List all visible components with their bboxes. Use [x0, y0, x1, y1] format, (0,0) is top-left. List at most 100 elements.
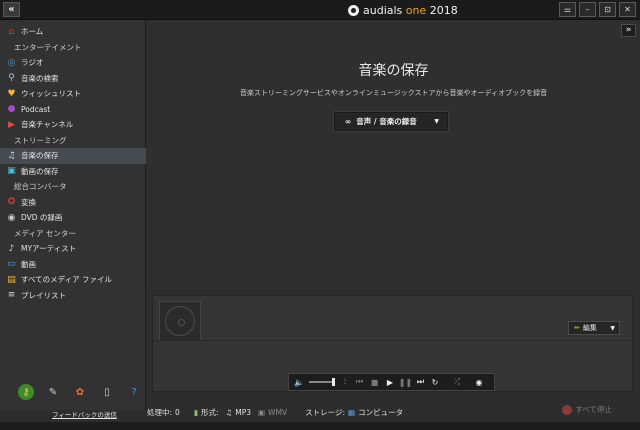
sidebar-item-label: Podcast	[21, 104, 51, 114]
collapse-sidebar-button[interactable]: «	[3, 2, 20, 17]
disc-icon	[165, 306, 195, 336]
sidebar-item-label: ホーム	[21, 27, 44, 37]
sidebar-item-label: 音楽の保存	[21, 151, 59, 161]
sidebar-item-11[interactable]: ✪ 変換	[0, 195, 146, 211]
artist-icon: ♪	[8, 243, 15, 254]
main-panel: » 音楽の保存 音楽ストリーミングサービスやオンラインミュージックストアから音楽…	[147, 20, 640, 290]
music-note-icon: ♫	[225, 408, 233, 417]
sidebar-item-4[interactable]: ♥ ウィッシュリスト	[0, 86, 146, 102]
processing-status: 処理中: 0	[147, 407, 180, 418]
sidebar-item-label: 動画	[21, 259, 36, 269]
bottom-edge	[0, 422, 640, 430]
chevron-down-icon: ▼	[610, 324, 615, 332]
sidebar-item-label: DVD の録画	[21, 213, 63, 223]
sidebar-item-label: すべてのメディア ファイル	[21, 275, 113, 285]
media-player-controls: 🔈 ⫶ ⏮ ■ ▶ ❚❚ ⏭ ↻ ⤮ ◉	[288, 373, 495, 391]
sidebar-item-label: プレイリスト	[21, 290, 66, 300]
sidebar-item-label: ストリーミング	[14, 135, 67, 145]
sidebar-item-10[interactable]: 総合コンバータ	[0, 179, 146, 195]
format-label[interactable]: 形式:	[201, 407, 219, 418]
sidebar-item-1[interactable]: エンターテイメント	[0, 40, 146, 56]
compact-view-button[interactable]: ⚌	[559, 2, 576, 17]
shuffle-icon[interactable]: ⤮	[442, 374, 472, 390]
storage-label: ストレージ:	[305, 408, 345, 417]
phone-icon[interactable]: ▯	[99, 384, 115, 400]
previous-icon[interactable]: ⏮	[352, 374, 367, 390]
computer-icon: ▦	[348, 408, 356, 417]
chevron-down-icon[interactable]: ▼	[434, 118, 439, 125]
sidebar-item-label: 音楽の検索	[21, 73, 59, 83]
podcast-icon: ●	[7, 104, 16, 115]
sidebar-item-0[interactable]: ⌂ ホーム	[0, 24, 146, 40]
sidebar: ⌂ ホームエンターテイメント ◎ ラジオ ⚲ 音楽の検索 ♥ ウィッシュリスト ● Podcast…	[0, 20, 146, 410]
list-divider	[153, 340, 632, 341]
sidebar-tools: ⚷ ✎ ✿ ▯?	[0, 374, 146, 410]
wrench-icon[interactable]: ✎	[45, 384, 61, 400]
maximize-button[interactable]: ⊡	[599, 2, 616, 17]
stop-icon[interactable]: ■	[367, 374, 382, 390]
sidebar-item-5[interactable]: ● Podcast	[0, 102, 146, 118]
storage-value[interactable]: コンピュータ	[358, 407, 403, 418]
search-icon: ⚲	[8, 73, 15, 84]
all-media-icon: ▤	[7, 274, 16, 285]
help-icon[interactable]: ?	[126, 384, 142, 400]
format-mp3[interactable]: MP3	[235, 408, 251, 417]
sidebar-item-label: 変換	[21, 197, 36, 207]
volume-slider-thumb[interactable]	[332, 378, 335, 386]
album-art-placeholder	[159, 301, 201, 341]
window-controls: ⚌ – ⊡ ✕	[559, 2, 636, 17]
music-save-icon: ♫	[7, 150, 16, 161]
record-icon: ∞	[345, 117, 352, 126]
sidebar-item-15[interactable]: ▭ 動画	[0, 257, 146, 273]
visibility-icon[interactable]: ◉	[472, 374, 486, 390]
sidebar-item-7[interactable]: ストリーミング	[0, 133, 146, 149]
edit-button-label: 編集	[582, 324, 597, 332]
sidebar-item-8[interactable]: ♫ 音楽の保存	[0, 148, 146, 164]
sidebar-item-12[interactable]: ◉ DVD の録画	[0, 210, 146, 226]
dvd-icon: ◉	[7, 212, 16, 223]
sidebar-item-13[interactable]: メディア センター	[0, 226, 146, 242]
sidebar-item-3[interactable]: ⚲ 音楽の検索	[0, 71, 146, 87]
sidebar-item-2[interactable]: ◎ ラジオ	[0, 55, 146, 71]
minimize-button[interactable]: –	[579, 2, 596, 17]
radio-icon: ◎	[7, 57, 16, 68]
sidebar-item-label: 動画の保存	[21, 166, 59, 176]
brand-name: audials	[363, 3, 406, 17]
key-icon[interactable]: ⚷	[18, 384, 34, 400]
color-wheel-icon[interactable]: ✿	[72, 384, 88, 400]
processing-count: 0	[175, 408, 180, 417]
volume-slider[interactable]	[309, 378, 335, 386]
sidebar-item-14[interactable]: ♪ MYアーティスト	[0, 241, 146, 257]
sidebar-nav: ⌂ ホームエンターテイメント ◎ ラジオ ⚲ 音楽の検索 ♥ ウィッシュリスト ● Podcast…	[0, 24, 146, 303]
record-audio-button[interactable]: ∞ 音声 / 音楽の録音 ▼	[334, 112, 448, 131]
pause-icon[interactable]: ❚❚	[398, 374, 413, 390]
volume-icon[interactable]: 🔈	[292, 374, 306, 390]
convert-icon: ✪	[7, 197, 16, 208]
play-icon[interactable]: ▶	[382, 374, 398, 390]
storage-status: ストレージ: ▦ コンピュータ	[305, 407, 403, 418]
sidebar-item-label: メディア センター	[14, 228, 76, 238]
format-icon: ▮	[193, 408, 198, 417]
sidebar-item-16[interactable]: ▤ すべてのメディア ファイル	[0, 272, 146, 288]
sidebar-item-6[interactable]: ▶ 音楽チャンネル	[0, 117, 146, 133]
title-bar: « audials one 2018 ⚌ – ⊡ ✕	[0, 0, 640, 20]
sidebar-item-label: MYアーティスト	[21, 244, 77, 254]
edit-button[interactable]: ✏ 編集 ▼	[568, 321, 620, 335]
stop-all-button[interactable]: すべて停止	[562, 404, 612, 415]
close-button[interactable]: ✕	[619, 2, 636, 17]
repeat-icon[interactable]: ↻	[428, 374, 442, 390]
sidebar-item-17[interactable]: ≡ プレイリスト	[0, 288, 146, 304]
sidebar-item-9[interactable]: ▣ 動画の保存	[0, 164, 146, 180]
expand-panel-button[interactable]: »	[621, 24, 636, 37]
format-wmv[interactable]: WMV	[268, 408, 287, 417]
video-save-icon: ▣	[7, 166, 16, 177]
equalizer-icon[interactable]: ⫶	[338, 374, 352, 390]
film-icon: ▣	[257, 408, 266, 417]
next-icon[interactable]: ⏭	[413, 374, 428, 390]
sidebar-item-label: ウィッシュリスト	[21, 89, 81, 99]
video-icon: ▭	[7, 259, 16, 270]
sidebar-item-label: エンターテイメント	[14, 42, 82, 52]
feedback-link[interactable]: フィードバックの送信	[52, 409, 117, 419]
app-brand: audials one 2018	[348, 3, 458, 17]
page-title: 音楽の保存	[358, 63, 429, 79]
